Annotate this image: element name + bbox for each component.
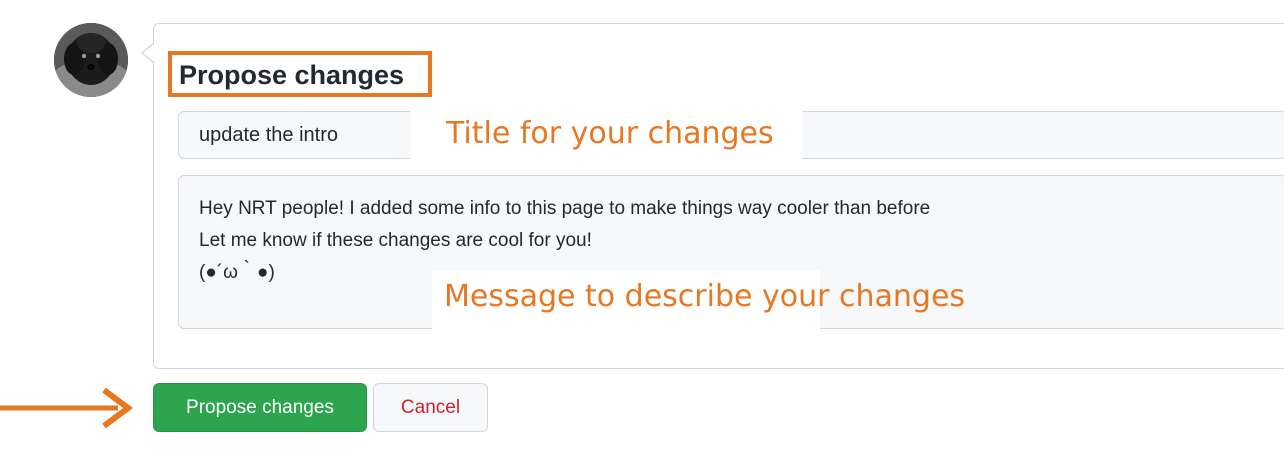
cancel-button[interactable]: Cancel: [373, 383, 488, 432]
arrow-right-icon: [0, 387, 133, 429]
title-annotation: Title for your changes: [410, 111, 802, 159]
comment-box-caret-inner: [143, 44, 154, 62]
heading-highlight-box: [168, 51, 432, 97]
dog-avatar-icon: [54, 23, 128, 97]
message-annotation: Message to describe your changes: [432, 270, 965, 330]
propose-changes-page: Propose changes update the intro Hey NRT…: [0, 0, 1284, 462]
description-line: Hey NRT people! I added some info to thi…: [199, 198, 931, 219]
description-line: Let me know if these changes are cool fo…: [199, 230, 592, 251]
avatar[interactable]: [54, 23, 128, 97]
propose-changes-button[interactable]: Propose changes: [153, 383, 367, 432]
